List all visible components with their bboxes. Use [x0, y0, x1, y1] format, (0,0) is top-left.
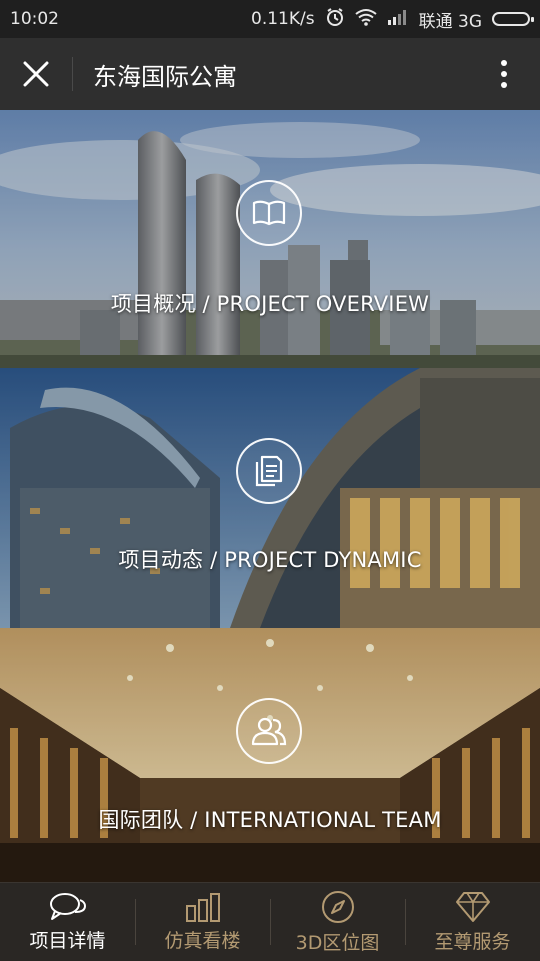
- tab-label: 项目详情: [29, 929, 106, 952]
- close-icon: [23, 61, 49, 87]
- team-icon: [236, 698, 302, 764]
- status-time: 10:02: [10, 9, 59, 29]
- battery-icon: [492, 12, 534, 26]
- carrier-label: 联通 3G: [418, 11, 482, 32]
- diamond-icon: [455, 891, 490, 922]
- project-overview-label: 项目概况 / PROJECT OVERVIEW: [110, 292, 430, 316]
- tab-3d-location-map[interactable]: 3D区位图: [270, 883, 405, 961]
- network-speed: 0.11K/s: [251, 9, 315, 29]
- compass-icon: [321, 890, 354, 923]
- project-dynamic-card[interactable]: 项目动态 / PROJECT DYNAMIC: [0, 368, 540, 628]
- chat-icon: [49, 892, 86, 920]
- project-dynamic-label: 项目动态 / PROJECT DYNAMIC: [118, 548, 422, 572]
- tab-project-details[interactable]: 项目详情: [0, 883, 135, 961]
- book-icon: [236, 180, 302, 246]
- more-vertical-icon: [501, 60, 507, 88]
- signal-icon: [387, 8, 409, 31]
- international-team-label: 国际团队 / INTERNATIONAL TEAM: [98, 808, 442, 832]
- page-title: 东海国际公寓: [93, 62, 237, 91]
- document-icon: [236, 438, 302, 504]
- bottom-tab-bar: 项目详情 仿真看楼 3D区位图 至尊服务: [0, 882, 540, 961]
- tab-premium-service[interactable]: 至尊服务: [405, 883, 540, 961]
- tab-virtual-tour[interactable]: 仿真看楼: [135, 883, 270, 961]
- close-button[interactable]: [0, 38, 72, 110]
- more-button[interactable]: [468, 38, 540, 110]
- project-overview-card[interactable]: 项目概况 / PROJECT OVERVIEW: [0, 110, 540, 368]
- tab-label: 至尊服务: [434, 930, 511, 953]
- tab-label: 3D区位图: [295, 931, 380, 954]
- bar-chart-icon: [185, 892, 220, 922]
- wifi-icon: [354, 8, 377, 31]
- international-team-card[interactable]: 国际团队 / INTERNATIONAL TEAM: [0, 628, 540, 882]
- alarm-icon: [325, 7, 345, 32]
- app-bar: 东海国际公寓: [0, 38, 540, 110]
- status-bar: 10:02 0.11K/s 联通 3G: [0, 0, 540, 38]
- status-indicators: 0.11K/s 联通 3G: [251, 7, 534, 32]
- tab-label: 仿真看楼: [164, 929, 241, 952]
